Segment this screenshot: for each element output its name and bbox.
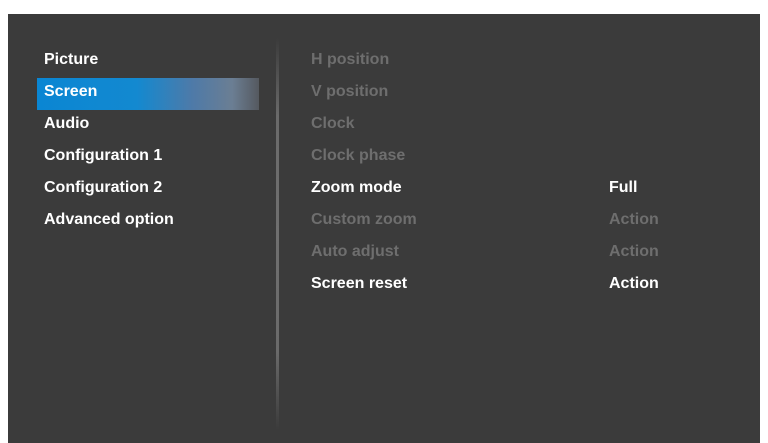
setting-row-clock: Clock (311, 110, 731, 142)
setting-label: Screen reset (311, 275, 408, 292)
setting-label: H position (311, 51, 390, 68)
setting-row-zoom-mode[interactable]: Zoom mode Full (311, 174, 731, 206)
screen-settings-list: H position V position Clock Clock phase … (311, 46, 731, 302)
setting-label: Clock phase (311, 147, 406, 164)
osd-menu: Picture Screen Audio Configuration 1 Con… (8, 14, 760, 443)
setting-value: Action (609, 243, 659, 260)
menu-item-picture[interactable]: Picture (37, 46, 259, 78)
setting-row-screen-reset[interactable]: Screen reset Action (311, 270, 731, 302)
setting-value: Action (609, 211, 659, 228)
setting-row-h-position: H position (311, 46, 731, 78)
menu-item-screen[interactable]: Screen (37, 78, 259, 110)
setting-row-auto-adjust: Auto adjust Action (311, 238, 731, 270)
setting-row-v-position: V position (311, 78, 731, 110)
menu-item-configuration-2[interactable]: Configuration 2 (37, 174, 259, 206)
setting-label: V position (311, 83, 389, 100)
setting-row-clock-phase: Clock phase (311, 142, 731, 174)
menu-item-configuration-1[interactable]: Configuration 1 (37, 142, 259, 174)
menu-item-audio[interactable]: Audio (37, 110, 259, 142)
setting-label: Auto adjust (311, 243, 399, 260)
setting-value[interactable]: Full (609, 174, 637, 202)
setting-value[interactable]: Action (609, 270, 659, 298)
menu-item-advanced-option[interactable]: Advanced option (37, 206, 259, 238)
menu-divider (276, 38, 279, 430)
category-menu: Picture Screen Audio Configuration 1 Con… (37, 46, 259, 238)
setting-label: Zoom mode (311, 179, 402, 196)
setting-row-custom-zoom: Custom zoom Action (311, 206, 731, 238)
setting-label: Custom zoom (311, 211, 417, 228)
setting-label: Clock (311, 115, 355, 132)
